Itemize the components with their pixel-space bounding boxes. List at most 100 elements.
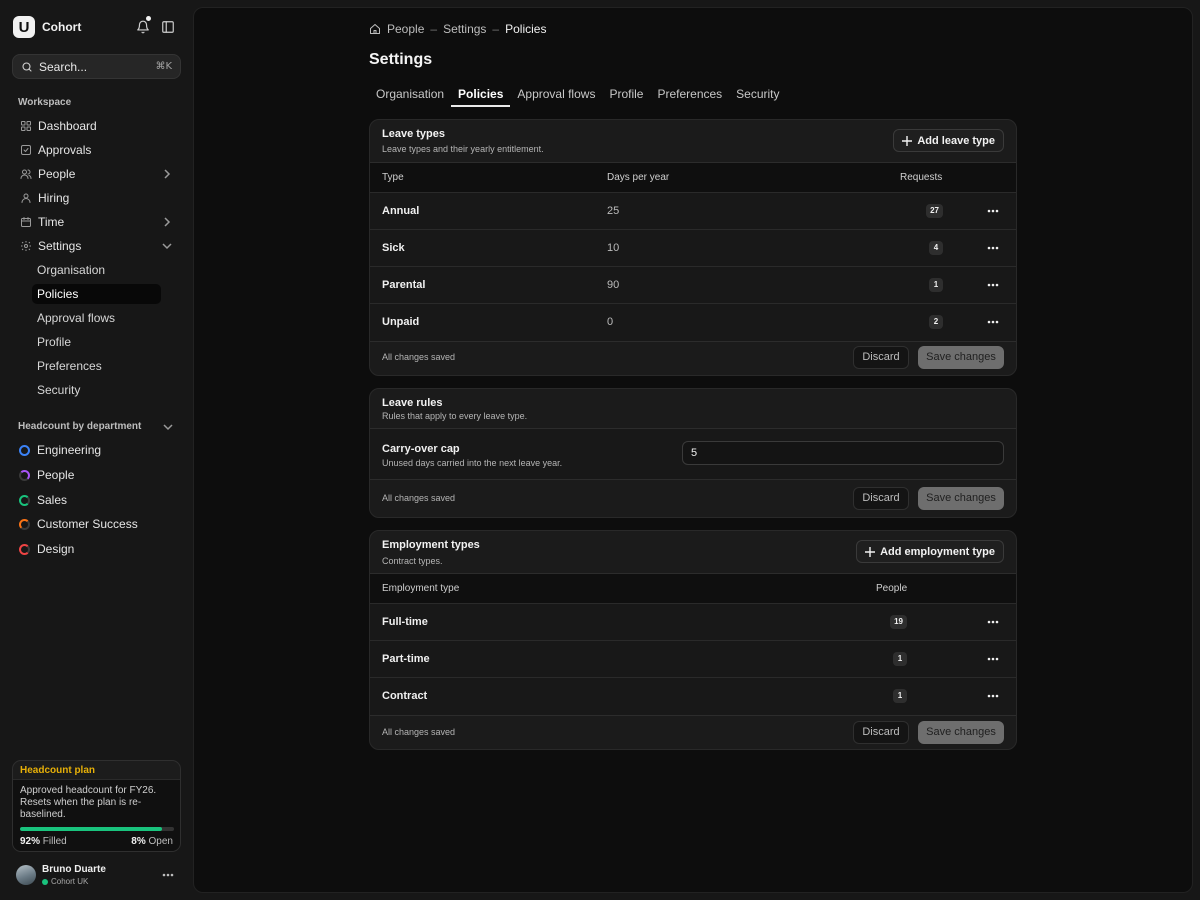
brand[interactable]: U Cohort [13, 16, 81, 38]
dept-label: Design [37, 542, 75, 556]
sidebar: U Cohort Search... ⌘K Workspace Dashboar… [0, 0, 193, 900]
leave-types-table: Type Days per year Requests Annual 25 27… [370, 162, 1016, 342]
search-shortcut: ⌘K [155, 61, 172, 72]
more-horizontal-icon[interactable] [161, 870, 175, 880]
plan-description: Approved headcount for FY26. Resets when… [20, 785, 157, 820]
table-row[interactable]: Unpaid 0 2 [370, 304, 1016, 341]
search-input[interactable]: Search... ⌘K [12, 54, 181, 79]
add-leave-type-button[interactable]: Add leave type [893, 129, 1004, 152]
table-row[interactable]: Parental 90 1 [370, 267, 1016, 304]
tab-policies[interactable]: Policies [451, 88, 511, 107]
card-title: Leave types [382, 128, 445, 140]
dept-item-customer-success[interactable]: Customer Success [12, 513, 181, 535]
user-org-label: Cohort UK [51, 877, 89, 886]
save-status: All changes saved [382, 493, 456, 503]
sidebar-subitem-organisation[interactable]: Organisation [32, 260, 161, 280]
settings-tabs: Organisation Policies Approval flows Pro… [369, 88, 787, 107]
plan-progress-fill [20, 827, 162, 831]
chevron-right-icon[interactable] [162, 169, 172, 179]
plan-progress-bar [20, 827, 174, 831]
sidebar-subitem-approval-flows[interactable]: Approval flows [32, 308, 161, 328]
requests-badge: 1 [929, 278, 943, 292]
table-row[interactable]: Full-time 19 [370, 604, 1016, 641]
requests-badge: 2 [929, 315, 943, 329]
tab-approval-flows[interactable]: Approval flows [510, 88, 602, 107]
breadcrumb-people[interactable]: People [387, 22, 424, 36]
tab-preferences[interactable]: Preferences [650, 88, 729, 107]
sidebar-toggle-icon[interactable] [160, 19, 176, 35]
card-title: Leave rules [382, 397, 443, 409]
plan-filled-stat: 92% Filled [20, 836, 67, 847]
dept-item-design[interactable]: Design [12, 538, 181, 560]
table-row[interactable]: Part-time 1 [370, 641, 1016, 678]
chevron-down-icon[interactable] [162, 241, 172, 251]
sidebar-item-dashboard[interactable]: Dashboard [12, 115, 181, 137]
user-icon [19, 192, 32, 205]
search-placeholder: Search... [39, 59, 88, 74]
sidebar-subitem-preferences[interactable]: Preferences [32, 356, 161, 376]
dept-section-label: Headcount by department [18, 421, 142, 432]
sidebar-item-approvals[interactable]: Approvals [12, 139, 181, 161]
column-header: Type [382, 172, 404, 183]
breadcrumb-policies: Policies [505, 22, 547, 36]
tab-security[interactable]: Security [729, 88, 786, 107]
more-horizontal-icon[interactable] [987, 207, 999, 215]
users-icon [19, 168, 32, 181]
more-horizontal-icon[interactable] [987, 318, 999, 326]
column-header: Days per year [607, 172, 670, 183]
search-icon [21, 61, 33, 73]
table-header: Type Days per year Requests [370, 163, 1016, 193]
more-horizontal-icon[interactable] [987, 281, 999, 289]
discard-button[interactable]: Discard [853, 346, 909, 369]
table-row[interactable]: Annual 25 27 [370, 193, 1016, 230]
discard-button[interactable]: Discard [853, 721, 909, 744]
more-horizontal-icon[interactable] [987, 692, 999, 700]
more-horizontal-icon[interactable] [987, 655, 999, 663]
tab-organisation[interactable]: Organisation [369, 88, 451, 107]
bell-icon[interactable] [135, 19, 151, 35]
table-header: Employment type People [370, 574, 1016, 604]
sidebar-item-hiring[interactable]: Hiring [12, 187, 181, 209]
save-status: All changes saved [382, 727, 456, 737]
plan-open-label: Open [148, 836, 173, 847]
chevron-right-icon[interactable] [162, 217, 172, 227]
add-employment-type-button[interactable]: Add employment type [856, 540, 1004, 563]
save-changes-button[interactable]: Save changes [918, 487, 1004, 510]
days-per-year: 0 [607, 316, 614, 328]
save-changes-button[interactable]: Save changes [918, 721, 1004, 744]
button-label: Add employment type [880, 545, 995, 558]
breadcrumb-settings[interactable]: Settings [443, 22, 486, 36]
plan-body: Approved headcount for FY26. Resets when… [13, 779, 180, 851]
dept-ring-icon [19, 444, 30, 456]
table-row[interactable]: Contract 1 [370, 678, 1016, 715]
save-changes-button[interactable]: Save changes [918, 346, 1004, 369]
chevron-down-icon[interactable] [163, 422, 173, 432]
tab-profile[interactable]: Profile [602, 88, 650, 107]
workspace-label: Workspace [18, 97, 72, 108]
more-horizontal-icon[interactable] [987, 244, 999, 252]
sidebar-item-people[interactable]: People [12, 163, 181, 185]
carry-over-cap-input[interactable] [682, 441, 1004, 465]
check-square-icon [19, 144, 32, 157]
sidebar-item-time[interactable]: Time [12, 211, 181, 233]
discard-button[interactable]: Discard [853, 487, 909, 510]
app-name: Cohort [42, 20, 82, 34]
more-horizontal-icon[interactable] [987, 618, 999, 626]
grid-icon [19, 120, 32, 133]
employment-type-name: Part-time [382, 653, 430, 665]
sidebar-subitem-profile[interactable]: Profile [32, 332, 161, 352]
sidebar-subitem-security[interactable]: Security [32, 380, 161, 400]
table-row[interactable]: Sick 10 4 [370, 230, 1016, 267]
dept-label: Engineering [37, 443, 102, 457]
home-icon[interactable] [369, 23, 381, 35]
dept-item-sales[interactable]: Sales [12, 489, 181, 511]
dept-item-people[interactable]: People [12, 464, 181, 486]
dept-ring-icon [19, 469, 30, 481]
sidebar-subitem-policies[interactable]: Policies [32, 284, 161, 304]
user-profile[interactable]: Bruno Duarte Cohort UK [16, 864, 106, 886]
plan-open-pct: 8% [131, 836, 146, 847]
avatar [16, 865, 36, 885]
dept-item-engineering[interactable]: Engineering [12, 439, 181, 461]
notification-dot [146, 16, 151, 21]
sidebar-item-settings[interactable]: Settings [12, 235, 181, 257]
